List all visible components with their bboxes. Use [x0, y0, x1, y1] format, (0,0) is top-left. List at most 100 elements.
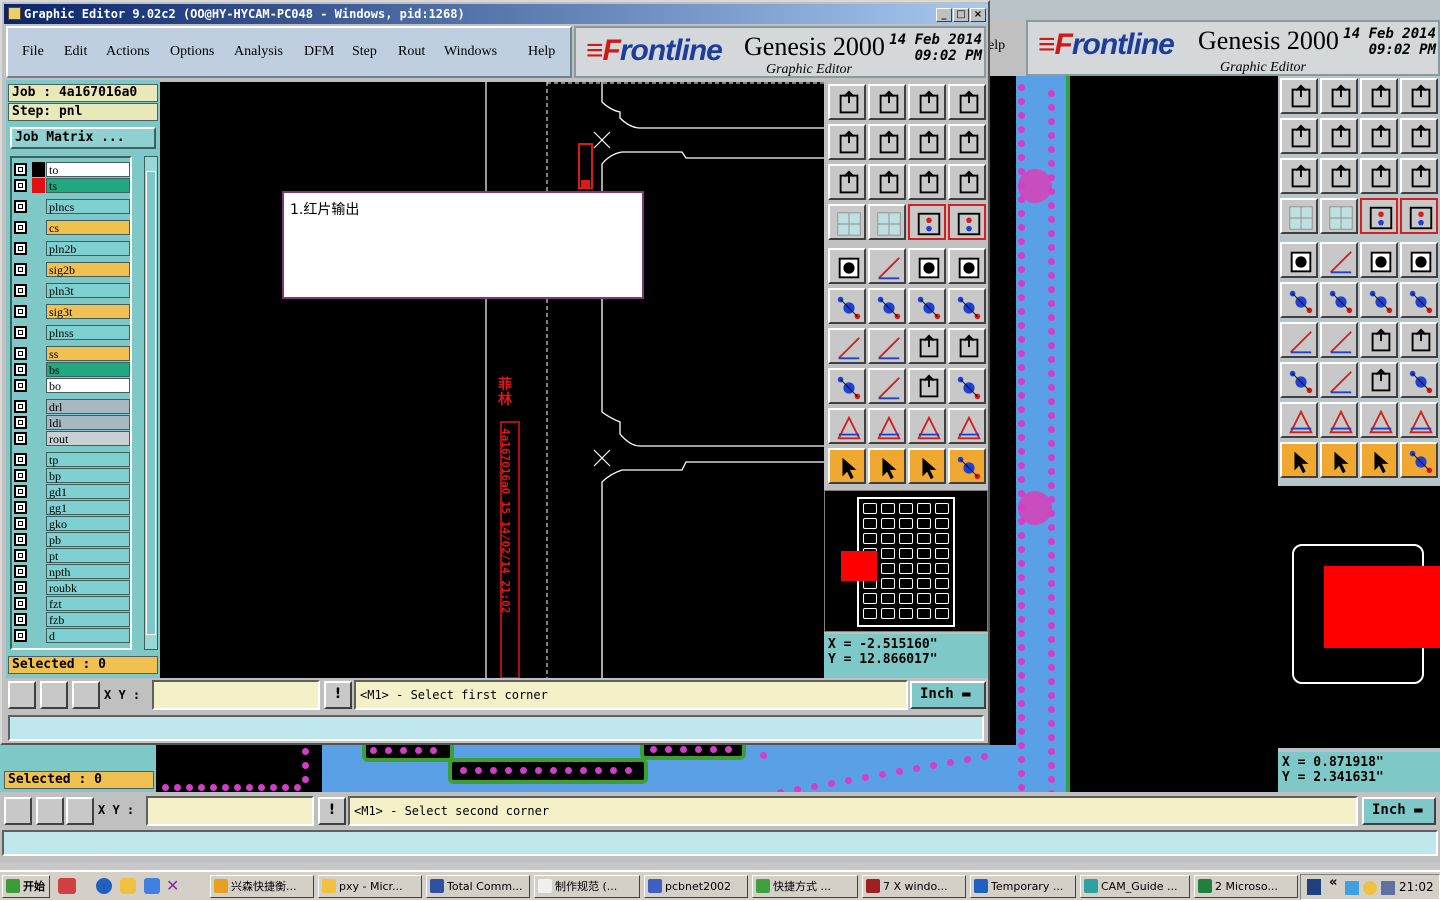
bg-tool-2-3-button[interactable]: [1400, 158, 1438, 194]
title-bar[interactable]: Graphic Editor 9.02c2 (OO@HY-HYCAM-PC048…: [4, 4, 988, 24]
layer-name[interactable]: gd1: [46, 484, 130, 499]
layer-checkbox[interactable]: [14, 400, 27, 413]
tool-3-1-button[interactable]: [868, 204, 906, 240]
bg-tool-9-3-button[interactable]: [1400, 442, 1438, 478]
bg-tool-0-3-button[interactable]: [1400, 78, 1438, 114]
tool-2-3-button[interactable]: [948, 164, 986, 200]
taskbar-item[interactable]: 7 X windo...: [862, 875, 966, 898]
layer-color-swatch[interactable]: [32, 220, 45, 235]
tool-8-1-button[interactable]: [868, 408, 906, 444]
tool-3-0-button[interactable]: [828, 204, 866, 240]
bg-tool-1-2-button[interactable]: [1360, 118, 1398, 154]
layer-row-fzt[interactable]: fzt: [12, 596, 130, 611]
bg-tool-5-0-button[interactable]: [1280, 282, 1318, 318]
bg-tool-3-0-button[interactable]: [1280, 198, 1318, 234]
bg-tool-0-1-button[interactable]: [1320, 78, 1358, 114]
layer-row-bs[interactable]: bs: [12, 362, 130, 377]
scrollbar-thumb[interactable]: [146, 171, 156, 635]
layer-row-pb[interactable]: pb: [12, 532, 130, 547]
layer-row-fzb[interactable]: fzb: [12, 612, 130, 627]
menu-windows[interactable]: Windows: [444, 44, 497, 60]
layer-color-swatch[interactable]: [32, 628, 45, 643]
layer-color-swatch[interactable]: [32, 484, 45, 499]
layer-name[interactable]: gg1: [46, 500, 130, 515]
tool-5-2-button[interactable]: [908, 288, 946, 324]
browser-icon[interactable]: [96, 878, 112, 894]
layer-name[interactable]: npth: [46, 564, 130, 579]
tool-3-3-button[interactable]: [948, 204, 986, 240]
layer-color-swatch[interactable]: [32, 452, 45, 467]
tool-6-0-button[interactable]: [828, 328, 866, 364]
layer-checkbox[interactable]: [14, 163, 27, 176]
layer-checkbox[interactable]: [14, 347, 27, 360]
taskbar-item[interactable]: 快捷方式 ...: [752, 875, 858, 898]
tool-8-0-button[interactable]: [828, 408, 866, 444]
menu-dfm[interactable]: DFM: [304, 44, 334, 60]
layer-color-swatch[interactable]: [32, 532, 45, 547]
layer-color-swatch[interactable]: [32, 516, 45, 531]
menu-step[interactable]: Step: [352, 44, 377, 60]
bg-tool-6-2-button[interactable]: [1360, 322, 1398, 358]
layer-name[interactable]: d: [46, 628, 130, 643]
menu-rout[interactable]: Rout: [398, 44, 425, 60]
layer-checkbox[interactable]: [14, 501, 27, 514]
tool-1-1-button[interactable]: [868, 124, 906, 160]
layer-name[interactable]: fzb: [46, 612, 130, 627]
layer-row-pln3t[interactable]: pln3t: [12, 283, 130, 298]
tool-9-0-button[interactable]: [828, 448, 866, 484]
maximize-button[interactable]: □: [953, 8, 969, 22]
bg-command-button[interactable]: !: [318, 797, 346, 825]
layer-color-swatch[interactable]: [32, 362, 45, 377]
layer-color-swatch[interactable]: [32, 500, 45, 515]
layer-row-tp[interactable]: tp: [12, 452, 130, 467]
layer-checkbox[interactable]: [14, 485, 27, 498]
grid-button[interactable]: [72, 681, 100, 709]
layer-row-cs[interactable]: cs: [12, 220, 130, 235]
layer-name[interactable]: to: [46, 162, 130, 177]
tool-0-3-button[interactable]: [948, 84, 986, 120]
tool-1-0-button[interactable]: [828, 124, 866, 160]
layer-color-swatch[interactable]: [32, 178, 45, 193]
layer-name[interactable]: pln2b: [46, 241, 130, 256]
layer-name[interactable]: pb: [46, 532, 130, 547]
menu-analysis[interactable]: Analysis: [234, 44, 283, 60]
layer-row-bp[interactable]: bp: [12, 468, 130, 483]
layer-name[interactable]: plnss: [46, 325, 130, 340]
tool-0-2-button[interactable]: [908, 84, 946, 120]
bg-measure-button[interactable]: [36, 797, 64, 825]
tool-9-2-button[interactable]: [908, 448, 946, 484]
layer-row-pln2b[interactable]: pln2b: [12, 241, 130, 256]
bg-tool-1-1-button[interactable]: [1320, 118, 1358, 154]
minimize-button[interactable]: _: [936, 8, 952, 22]
job-matrix-button[interactable]: Job Matrix ...: [10, 127, 156, 149]
taskbar-item[interactable]: 制作规范 (...: [534, 875, 640, 898]
layer-color-swatch[interactable]: [32, 199, 45, 214]
bg-tool-7-0-button[interactable]: [1280, 362, 1318, 398]
layer-color-swatch[interactable]: [32, 580, 45, 595]
clock-app-icon[interactable]: [120, 878, 136, 894]
bg-zoom-fit-button[interactable]: [4, 797, 32, 825]
bg-tool-5-2-button[interactable]: [1360, 282, 1398, 318]
layer-checkbox[interactable]: [14, 629, 27, 642]
tool-5-1-button[interactable]: [868, 288, 906, 324]
clock-tray-icon[interactable]: [1363, 881, 1377, 895]
layer-row-gko[interactable]: gko: [12, 516, 130, 531]
layer-color-swatch[interactable]: [32, 346, 45, 361]
layer-name[interactable]: ss: [46, 346, 130, 361]
bg-tool-9-1-button[interactable]: [1320, 442, 1358, 478]
layer-checkbox[interactable]: [14, 284, 27, 297]
xy-input[interactable]: [152, 680, 320, 710]
layer-color-swatch[interactable]: [32, 378, 45, 393]
layer-row-sig3t[interactable]: sig3t: [12, 304, 130, 319]
layer-checkbox[interactable]: [14, 597, 27, 610]
tool-2-2-button[interactable]: [908, 164, 946, 200]
bg-tool-6-0-button[interactable]: [1280, 322, 1318, 358]
monitor-icon[interactable]: [1381, 881, 1395, 895]
layer-checkbox[interactable]: [14, 469, 27, 482]
tool-7-2-button[interactable]: [908, 368, 946, 404]
tool-1-3-button[interactable]: [948, 124, 986, 160]
layer-row-gd1[interactable]: gd1: [12, 484, 130, 499]
layer-checkbox[interactable]: [14, 453, 27, 466]
close-button[interactable]: ×: [970, 8, 986, 22]
layer-name[interactable]: bp: [46, 468, 130, 483]
